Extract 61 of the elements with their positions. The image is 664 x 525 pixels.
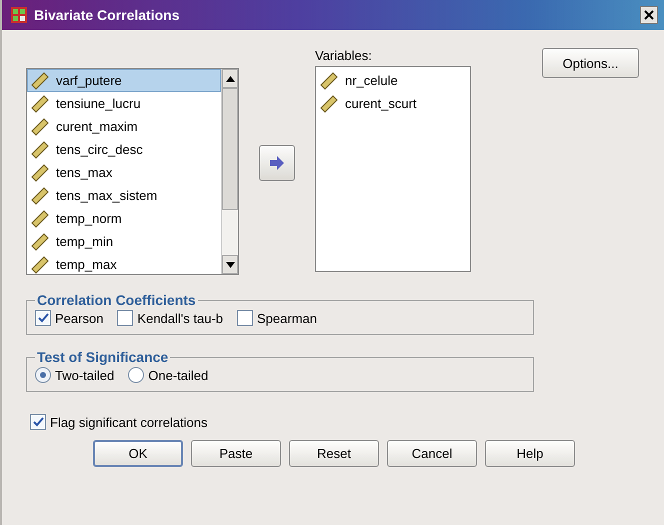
variable-item[interactable]: temp_norm [27, 207, 221, 230]
checkbox-option[interactable]: Flag significant correlations [30, 414, 642, 430]
checkbox[interactable] [30, 414, 46, 430]
options-button[interactable]: Options... [542, 48, 639, 78]
ruler-icon [30, 118, 50, 136]
dialog-button[interactable]: Paste [191, 440, 281, 467]
option-label: Flag significant correlations [50, 414, 208, 430]
radio-button[interactable] [35, 367, 51, 383]
arrow-icon [269, 156, 285, 170]
checkbox-option[interactable]: Spearman [237, 310, 317, 326]
ruler-icon [30, 256, 50, 274]
checkbox-option[interactable]: Pearson [35, 310, 104, 326]
app-icon [10, 6, 28, 24]
scroll-down-button[interactable] [222, 255, 238, 274]
group-title: Correlation Coefficients [36, 292, 197, 308]
ruler-icon [30, 164, 50, 182]
option-label: Spearman [257, 310, 317, 326]
variable-item[interactable]: tens_max_sistem [27, 184, 221, 207]
ruler-icon [319, 94, 339, 112]
variable-item[interactable]: curent_scurt [316, 92, 470, 115]
ruler-icon [319, 72, 339, 90]
ruler-icon [30, 94, 50, 112]
option-label: One-tailed [148, 368, 208, 382]
variable-item[interactable]: curent_maxim [27, 115, 221, 138]
checkbox[interactable] [117, 310, 134, 326]
variable-item[interactable]: tens_max [27, 161, 221, 184]
dialog-button[interactable]: Cancel [387, 440, 477, 467]
ruler-icon [30, 186, 50, 204]
radio-option[interactable]: Two-tailed [35, 367, 114, 383]
down-arrow-icon [226, 262, 234, 268]
checkbox-option[interactable]: Kendall's tau-b [117, 310, 224, 326]
dialog-button[interactable]: Help [485, 440, 575, 467]
dialog-button[interactable]: Reset [289, 440, 379, 467]
close-icon [644, 10, 654, 20]
ruler-icon [30, 232, 50, 250]
checkbox[interactable] [35, 310, 51, 326]
radio-button[interactable] [128, 367, 144, 383]
checkbox[interactable] [237, 310, 254, 326]
window-title: Bivariate Correlations [34, 7, 180, 23]
variable-item[interactable]: tens_circ_desc [27, 138, 221, 161]
variable-item[interactable]: tensiune_lucru [27, 92, 221, 115]
scroll-thumb[interactable] [222, 88, 238, 210]
variable-item[interactable]: nr_celule [316, 69, 470, 92]
up-arrow-icon [226, 76, 234, 82]
option-label: Kendall's tau-b [137, 310, 224, 326]
ruler-icon [30, 210, 50, 228]
group-title: Test of Significance [36, 349, 170, 365]
variable-item[interactable]: varf_putere [27, 69, 221, 92]
radio-option[interactable]: One-tailed [128, 367, 208, 383]
variable-item[interactable]: temp_min [27, 230, 221, 253]
scrollbar[interactable] [221, 69, 238, 274]
variables-label: Variables: [315, 48, 373, 65]
move-button[interactable] [259, 145, 295, 181]
dialog-button[interactable]: OK [93, 440, 183, 467]
ruler-icon [30, 72, 50, 90]
close-button[interactable] [640, 6, 658, 24]
option-label: Two-tailed [55, 368, 114, 382]
variable-item[interactable]: temp_max [27, 253, 221, 274]
option-label: Pearson [55, 310, 104, 326]
ruler-icon [30, 140, 50, 158]
scroll-up-button[interactable] [222, 69, 238, 88]
